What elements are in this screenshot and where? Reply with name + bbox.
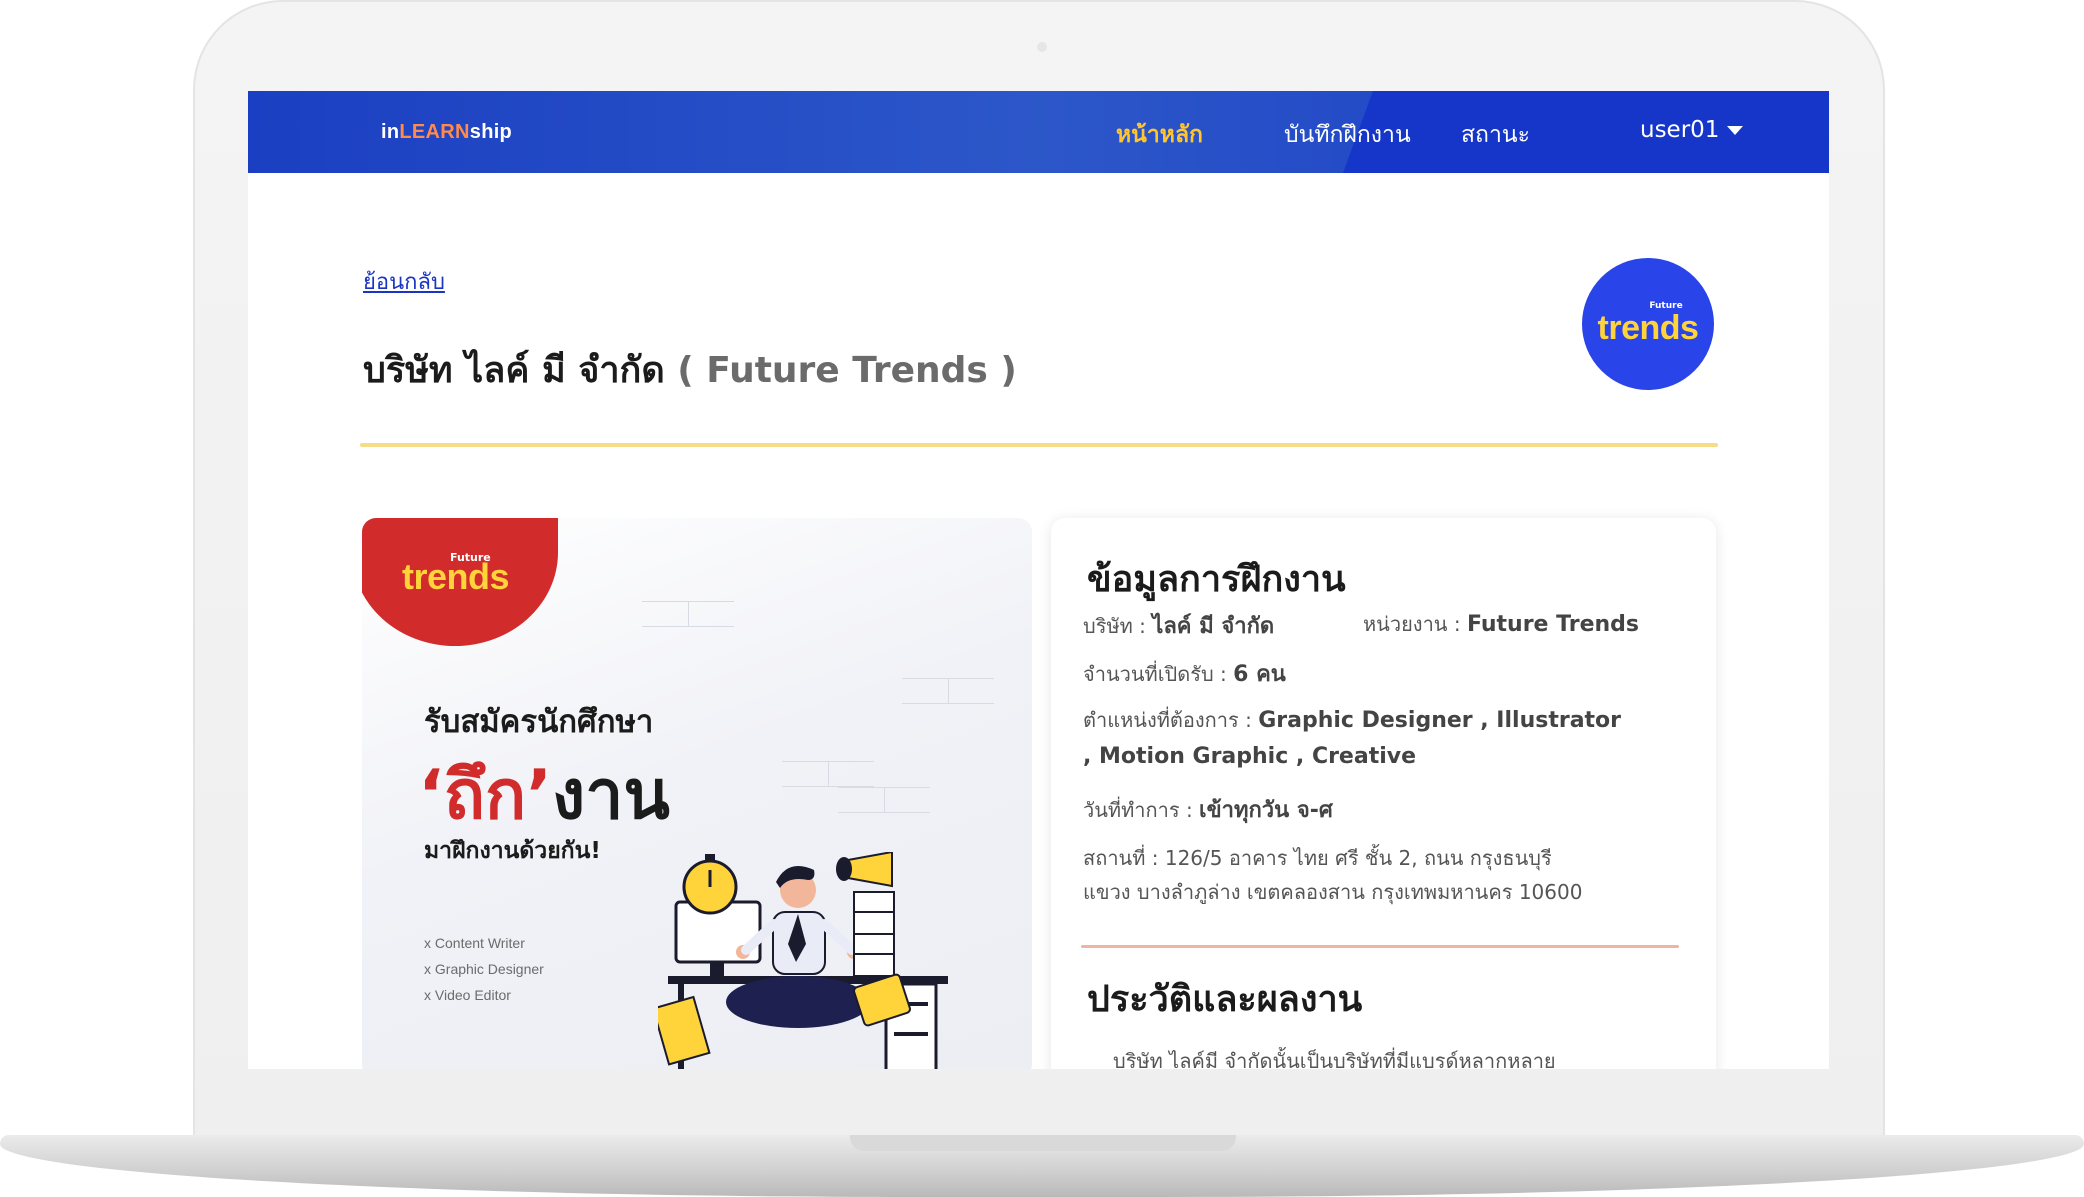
info-address-line: สถานที่ : 126/5 อาคาร ไทย ศรี ชั้น 2, ถน…: [1083, 846, 1552, 870]
positions-value-cont: , Motion Graphic , Creative: [1083, 744, 1417, 769]
logo-word: trends: [1597, 308, 1699, 347]
unit-value: Future Trends: [1466, 612, 1640, 637]
navbar: inLEARNship หน้าหลัก บันทึกฝึกงาน สถานะ …: [248, 91, 1829, 173]
info-heading: ข้อมูลการฝึกงาน: [1087, 559, 1346, 600]
poster-position-item: x Content Writer: [424, 935, 525, 951]
info-positions-row: ตำแหน่งที่ต้องการ : Graphic Designer , I…: [1083, 704, 1621, 736]
info-company-row: บริษัท : ไลค์ มี จำกัด: [1083, 608, 1274, 643]
brick-decor: [838, 787, 930, 813]
poster-badge-word: trends: [402, 556, 510, 597]
nav-status[interactable]: สถานะ: [1461, 117, 1530, 153]
caret-down-icon: [1727, 126, 1744, 135]
nav-home[interactable]: หน้าหลัก: [1116, 117, 1203, 153]
poster-big-text: ‘ถึก’งาน: [418, 756, 670, 835]
header-divider: [360, 443, 1718, 447]
brick-decor: [782, 761, 874, 787]
logo-mid: LEARN: [399, 121, 470, 143]
company-label: บริษัท :: [1083, 614, 1153, 638]
logo-suffix: ship: [469, 121, 513, 143]
info-unit-row: หน่วยงาน : Future Trends: [1363, 608, 1639, 640]
meditating-worker-illustration: [658, 852, 948, 1069]
positions-value: Graphic Designer , Illustrator: [1258, 708, 1622, 733]
workdays-label: วันที่ทำการ :: [1083, 798, 1200, 822]
info-workdays-row: วันที่ทำการ : เข้าทุกวัน จ-ศ: [1083, 792, 1333, 827]
laptop-notch: [850, 1135, 1236, 1151]
info-openings-row: จำนวนที่เปิดรับ : 6 คน: [1083, 656, 1286, 691]
screen: inLEARNship หน้าหลัก บันทึกฝึกงาน สถานะ …: [248, 91, 1829, 1069]
poster-position-list: x Content Writer x Graphic Designer x Vi…: [424, 930, 544, 1008]
brick-decor: [642, 601, 734, 627]
brick-decor: [902, 678, 994, 704]
positions-label: ตำแหน่งที่ต้องการ :: [1083, 708, 1259, 732]
user-name: user01: [1640, 117, 1720, 143]
navbar-stripe: [1343, 91, 1829, 173]
company-value: ไลค์ มี จำกัด: [1152, 614, 1275, 639]
camera-dot: [1037, 42, 1047, 52]
back-link[interactable]: ย้อนกลับ: [363, 264, 445, 299]
job-poster: Future trends รับสมัครนักศึกษา ‘ถึก’งาน …: [362, 518, 1032, 1069]
poster-position-item: x Video Editor: [424, 987, 511, 1003]
app-logo[interactable]: inLEARNship: [381, 121, 512, 144]
openings-label: จำนวนที่เปิดรับ :: [1083, 662, 1234, 686]
logo-prefix: in: [381, 121, 400, 143]
info-divider: [1081, 945, 1679, 948]
company-name-en: ( Future Trends ): [677, 350, 1017, 391]
history-text: บริษัท ไลค์มี จำกัดนั้นเป็นบริษัทที่มีแบ…: [1113, 1049, 1556, 1069]
poster-position-item: x Graphic Designer: [424, 961, 544, 977]
openings-value: 6 คน: [1233, 662, 1286, 687]
nav-internship-log[interactable]: บันทึกฝึกงาน: [1284, 117, 1411, 153]
info-positions-row-cont: , Motion Graphic , Creative: [1083, 744, 1416, 769]
poster-subheadline: มาฝึกงานด้วยกัน!: [424, 838, 601, 864]
workdays-value: เข้าทุกวัน จ-ศ: [1199, 798, 1333, 823]
user-menu[interactable]: user01: [1640, 117, 1744, 143]
company-logo: Future trends: [1582, 258, 1714, 390]
unit-label: หน่วยงาน :: [1363, 612, 1467, 636]
internship-info-card: ข้อมูลการฝึกงาน บริษัท : ไลค์ มี จำกัด ห…: [1051, 518, 1716, 1069]
info-address-line: แขวง บางลำภูล่าง เขตคลองสาน กรุงเทพมหานค…: [1083, 880, 1583, 904]
history-heading: ประวัติและผลงาน: [1087, 979, 1363, 1020]
poster-headline: รับสมัครนักศึกษา: [424, 704, 654, 740]
company-title: บริษัท ไลค์ มี จำกัด ( Future Trends ): [363, 341, 1017, 398]
company-name-th: บริษัท ไลค์ มี จำกัด: [363, 350, 665, 391]
